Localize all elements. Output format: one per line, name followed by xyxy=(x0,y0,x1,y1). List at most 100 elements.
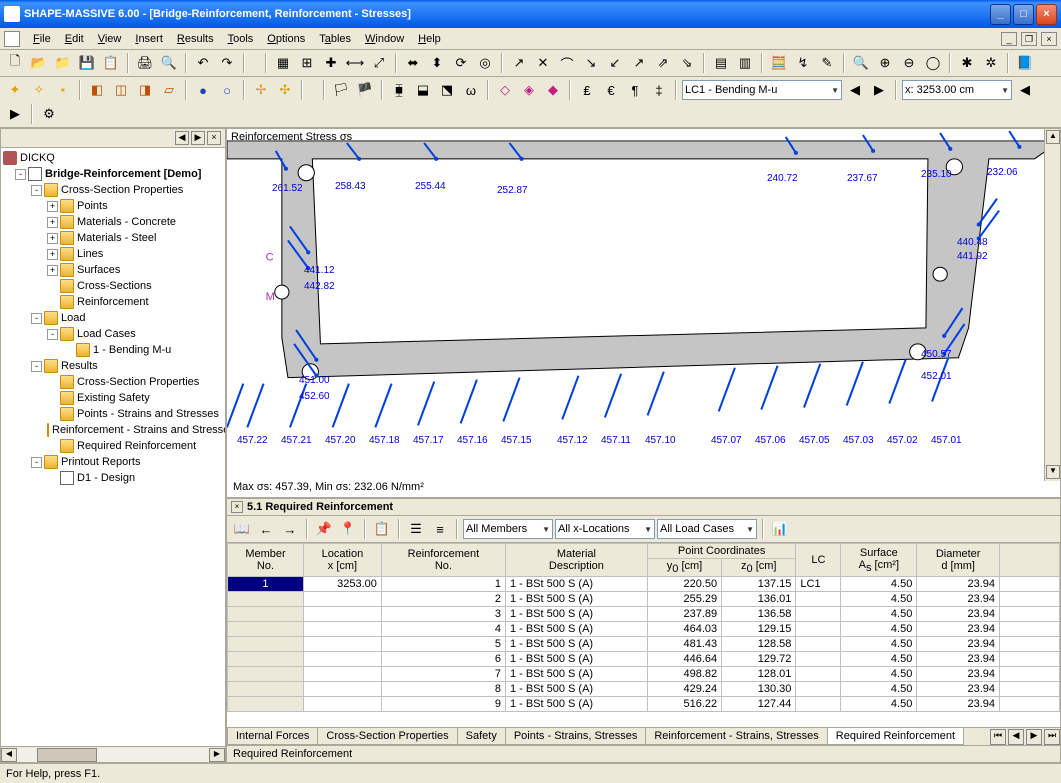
members-combo[interactable]: All Members▼ xyxy=(463,519,553,539)
table2-icon[interactable]: ▥ xyxy=(734,52,756,74)
copy-icon[interactable]: 📋 xyxy=(100,52,122,74)
col-y0[interactable]: y0 [cm] xyxy=(647,559,721,577)
tooln1-icon[interactable]: ✱ xyxy=(956,52,978,74)
menu-options[interactable]: Options xyxy=(260,31,312,47)
table-row[interactable]: 41 - BSt 500 S (A)464.03129.154.5023.94 xyxy=(228,622,1060,637)
r2t14-icon[interactable]: ⧯ xyxy=(388,79,410,101)
tool21-icon[interactable]: ✎ xyxy=(816,52,838,74)
table-row[interactable]: 13253.0011 - BSt 500 S (A)220.50137.15LC… xyxy=(228,577,1060,592)
tab-internal-forces[interactable]: Internal Forces xyxy=(227,728,318,745)
new-icon[interactable]: 🗋 xyxy=(4,52,26,74)
expand-icon[interactable]: - xyxy=(31,361,42,372)
tool17-icon[interactable]: ⇘ xyxy=(676,52,698,74)
col-reinf-no[interactable]: ReinforcementNo. xyxy=(381,544,505,577)
r2t11-icon[interactable]: ✣ xyxy=(274,79,296,101)
nav-prev-icon[interactable]: ◀ xyxy=(175,131,189,145)
save-icon[interactable]: 💾 xyxy=(76,52,98,74)
table-row[interactable]: 31 - BSt 500 S (A)237.89136.584.5023.94 xyxy=(228,607,1060,622)
tab-safety[interactable]: Safety xyxy=(457,728,506,745)
r2t19-icon[interactable]: ◈ xyxy=(518,79,540,101)
scroll-right-icon[interactable]: ▶ xyxy=(209,748,225,762)
menu-tables[interactable]: Tables xyxy=(312,31,358,47)
mdi-restore[interactable]: ❐ xyxy=(1021,32,1037,46)
expand-icon[interactable]: + xyxy=(47,217,58,228)
r2t4-icon[interactable]: ◧ xyxy=(86,79,108,101)
col-surface[interactable]: SurfaceAs [cm²] xyxy=(841,544,917,577)
expand-icon[interactable]: + xyxy=(47,265,58,276)
expand-icon[interactable]: - xyxy=(31,313,42,324)
pin-icon[interactable]: × xyxy=(231,501,243,513)
tool5-icon[interactable]: ⤢ xyxy=(368,52,390,74)
r2t16-icon[interactable]: ⬔ xyxy=(436,79,458,101)
col-coords[interactable]: Point Coordinates xyxy=(647,544,796,559)
r2t15-icon[interactable]: ⬓ xyxy=(412,79,434,101)
r2t3-icon[interactable]: ⋆ xyxy=(52,79,74,101)
tool7-icon[interactable]: ⬍ xyxy=(426,52,448,74)
tab-reinforcement-stresses[interactable]: Reinforcement - Strains, Stresses xyxy=(645,728,827,745)
r2t24-icon[interactable]: ‡ xyxy=(648,79,670,101)
tab-prev-icon[interactable]: ◀ xyxy=(1008,729,1024,745)
tool11-icon[interactable]: ✕ xyxy=(532,52,554,74)
bp-next-icon[interactable]: → xyxy=(279,518,301,540)
x-position-input[interactable]: x: 3253.00 cm▼ xyxy=(902,80,1012,100)
tool9-icon[interactable]: ◎ xyxy=(474,52,496,74)
col-location[interactable]: Locationx [cm] xyxy=(303,544,381,577)
bp-pin2-icon[interactable]: 📍 xyxy=(337,518,359,540)
tool20-icon[interactable]: ↯ xyxy=(792,52,814,74)
r2t1-icon[interactable]: ✦ xyxy=(4,79,26,101)
r2t20-icon[interactable]: ◆ xyxy=(542,79,564,101)
table-row[interactable]: 81 - BSt 500 S (A)429.24130.304.5023.94 xyxy=(228,682,1060,697)
col-member[interactable]: MemberNo. xyxy=(228,544,304,577)
col-material[interactable]: MaterialDescription xyxy=(505,544,647,577)
open-project-icon[interactable]: 📁 xyxy=(52,52,74,74)
r2t21-icon[interactable]: ₤ xyxy=(576,79,598,101)
tab-required-reinforcement[interactable]: Required Reinforcement xyxy=(827,728,964,745)
bp-filter2-icon[interactable]: ≡ xyxy=(429,518,451,540)
r2t6-icon[interactable]: ◨ xyxy=(134,79,156,101)
nav-next-icon[interactable]: ▶ xyxy=(191,131,205,145)
undo-icon[interactable]: ↶ xyxy=(192,52,214,74)
r2t22-icon[interactable]: € xyxy=(600,79,622,101)
print-icon[interactable]: 🖨 xyxy=(134,52,156,74)
tool10-icon[interactable]: ↗ xyxy=(508,52,530,74)
zoom-in-icon[interactable]: ⊕ xyxy=(874,52,896,74)
tool12-icon[interactable]: ⌒ xyxy=(556,52,578,74)
col-z0[interactable]: z0 [cm] xyxy=(722,559,796,577)
nav-close-icon[interactable]: × xyxy=(207,131,221,145)
expand-icon[interactable]: + xyxy=(47,201,58,212)
table-row[interactable]: 91 - BSt 500 S (A)516.22127.444.5023.94 xyxy=(228,697,1060,712)
zoom-fit-icon[interactable]: ◯ xyxy=(922,52,944,74)
r2t12-icon[interactable]: 🏳 xyxy=(330,79,352,101)
minimize-button[interactable]: _ xyxy=(990,4,1011,25)
r2t18-icon[interactable]: ◇ xyxy=(494,79,516,101)
r2t13-icon[interactable]: 🏴 xyxy=(354,79,376,101)
tool14-icon[interactable]: ↙ xyxy=(604,52,626,74)
menu-window[interactable]: Window xyxy=(358,31,411,47)
table-row[interactable]: 71 - BSt 500 S (A)498.82128.014.5023.94 xyxy=(228,667,1060,682)
menu-help[interactable]: Help xyxy=(411,31,448,47)
prev-lc-icon[interactable]: ◀ xyxy=(844,79,866,101)
tooln2-icon[interactable]: ✲ xyxy=(980,52,1002,74)
tab-last-icon[interactable]: ⏭ xyxy=(1044,729,1060,745)
scrollbar-track[interactable] xyxy=(17,748,209,762)
tab-next-icon[interactable]: ▶ xyxy=(1026,729,1042,745)
table-row[interactable]: 61 - BSt 500 S (A)446.64129.724.5023.94 xyxy=(228,652,1060,667)
bp-filter1-icon[interactable]: ☰ xyxy=(405,518,427,540)
table-row[interactable]: 51 - BSt 500 S (A)481.43128.584.5023.94 xyxy=(228,637,1060,652)
maximize-button[interactable]: □ xyxy=(1013,4,1034,25)
r2t5-icon[interactable]: ◫ xyxy=(110,79,132,101)
next-x-icon[interactable]: ▶ xyxy=(4,103,26,125)
reinforcement-table[interactable]: MemberNo. Locationx [cm] ReinforcementNo… xyxy=(227,543,1060,712)
snap-icon[interactable]: ⊞ xyxy=(296,52,318,74)
tool15-icon[interactable]: ↗ xyxy=(628,52,650,74)
expand-icon[interactable]: - xyxy=(31,185,42,196)
axis-icon[interactable]: ✚ xyxy=(320,52,342,74)
bp-tool1-icon[interactable]: 📖 xyxy=(231,518,253,540)
col-diameter[interactable]: Diameterd [mm] xyxy=(917,544,1000,577)
view-scrollbar[interactable]: ▲ ▼ xyxy=(1044,129,1060,481)
bp-pin1-icon[interactable]: 📌 xyxy=(313,518,335,540)
menu-insert[interactable]: Insert xyxy=(128,31,170,47)
expand-icon[interactable]: - xyxy=(47,329,58,340)
table-row[interactable]: 21 - BSt 500 S (A)255.29136.014.5023.94 xyxy=(228,592,1060,607)
close-button[interactable]: × xyxy=(1036,4,1057,25)
